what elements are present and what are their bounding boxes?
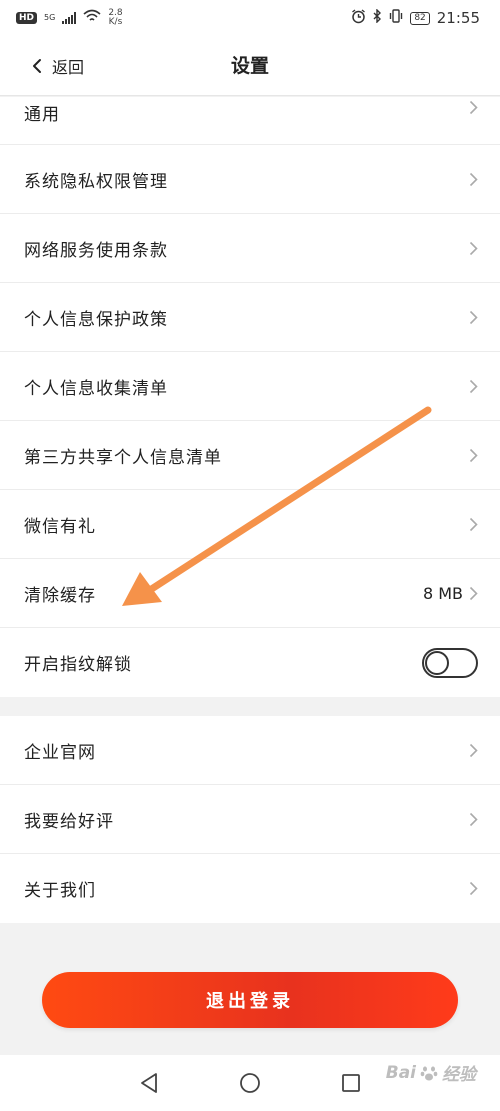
chevron-left-icon bbox=[32, 58, 42, 74]
circle-home-icon[interactable] bbox=[239, 1072, 261, 1094]
triangle-back-icon[interactable] bbox=[139, 1072, 159, 1094]
settings-item-general[interactable]: 通用 bbox=[0, 97, 500, 145]
row-label: 清除缓存 bbox=[24, 585, 96, 606]
square-recent-icon[interactable] bbox=[341, 1073, 361, 1093]
settings-item-fingerprint-unlock: 开启指纹解锁 bbox=[0, 628, 500, 697]
watermark-brand-left: Bai bbox=[385, 1062, 416, 1083]
settings-item-clear-cache[interactable]: 清除缓存 8 MB bbox=[0, 559, 500, 628]
settings-item-info-collection-list[interactable]: 个人信息收集清单 bbox=[0, 352, 500, 421]
status-left: HD 5G 2.8 K/s bbox=[16, 9, 123, 27]
alarm-icon bbox=[351, 8, 366, 28]
chevron-right-icon bbox=[469, 743, 478, 758]
back-button[interactable]: 返回 bbox=[32, 36, 84, 96]
chevron-right-icon bbox=[469, 379, 478, 394]
settings-group-main: 通用 系统隐私权限管理 网络服务使用条款 个人信息保护政策 个人信息收集清单 第… bbox=[0, 97, 500, 697]
chevron-right-icon bbox=[469, 586, 478, 601]
settings-item-privacy-policy[interactable]: 个人信息保护政策 bbox=[0, 283, 500, 352]
hd-badge: HD bbox=[16, 12, 38, 24]
chevron-right-icon bbox=[469, 241, 478, 256]
cache-size-value: 8 MB bbox=[422, 583, 463, 603]
signal-icon bbox=[62, 12, 77, 24]
status-right: 82 21:55 bbox=[351, 8, 480, 28]
battery-icon: 82 bbox=[410, 11, 430, 25]
settings-item-third-party-sharing[interactable]: 第三方共享个人信息清单 bbox=[0, 421, 500, 490]
chevron-right-icon bbox=[469, 448, 478, 463]
row-label: 系统隐私权限管理 bbox=[24, 171, 168, 192]
settings-item-privacy-permissions[interactable]: 系统隐私权限管理 bbox=[0, 145, 500, 214]
chevron-right-icon bbox=[469, 100, 478, 115]
paw-icon bbox=[420, 1064, 438, 1082]
settings-item-wechat-gift[interactable]: 微信有礼 bbox=[0, 490, 500, 559]
row-label: 微信有礼 bbox=[24, 516, 96, 537]
settings-group-about: 企业官网 我要给好评 关于我们 bbox=[0, 716, 500, 923]
row-label: 网络服务使用条款 bbox=[24, 240, 168, 261]
row-label: 第三方共享个人信息清单 bbox=[24, 447, 222, 468]
chevron-right-icon bbox=[469, 172, 478, 187]
chevron-right-icon bbox=[469, 881, 478, 896]
settings-item-rate-app[interactable]: 我要给好评 bbox=[0, 785, 500, 854]
speed-unit: K/s bbox=[108, 17, 123, 27]
row-label: 关于我们 bbox=[24, 881, 96, 901]
settings-item-company-website[interactable]: 企业官网 bbox=[0, 716, 500, 785]
bluetooth-icon bbox=[373, 8, 382, 27]
watermark-brand-right: 经验 bbox=[442, 1065, 476, 1085]
logout-button[interactable]: 退出登录 bbox=[42, 972, 458, 1028]
settings-item-about-us[interactable]: 关于我们 bbox=[0, 854, 500, 923]
fingerprint-toggle[interactable] bbox=[422, 647, 478, 678]
chevron-right-icon bbox=[469, 310, 478, 325]
status-time: 21:55 bbox=[436, 9, 480, 27]
status-bar: HD 5G 2.8 K/s 82 21:55 bbox=[0, 0, 500, 36]
row-label: 个人信息收集清单 bbox=[24, 378, 168, 399]
row-label: 个人信息保护政策 bbox=[24, 309, 168, 330]
back-label: 返回 bbox=[52, 58, 85, 77]
row-label: 我要给好评 bbox=[24, 811, 114, 832]
settings-item-service-terms[interactable]: 网络服务使用条款 bbox=[0, 214, 500, 283]
row-label: 企业官网 bbox=[24, 742, 96, 763]
network-type: 5G bbox=[44, 13, 56, 22]
settings-screen: HD 5G 2.8 K/s 82 21:55 返回 设置 通用 系统隐私权限管理… bbox=[0, 0, 500, 1111]
baidu-jingyan-watermark: Bai 经验 bbox=[385, 1060, 476, 1086]
row-label: 开启指纹解锁 bbox=[24, 655, 132, 675]
wifi-icon bbox=[83, 9, 101, 27]
chevron-right-icon bbox=[469, 812, 478, 827]
network-speed: 2.8 K/s bbox=[108, 9, 122, 27]
vibrate-icon bbox=[389, 9, 403, 27]
row-label: 通用 bbox=[24, 105, 60, 125]
chevron-right-icon bbox=[469, 517, 478, 532]
toggle-knob bbox=[425, 650, 449, 675]
nav-header: 返回 设置 bbox=[0, 36, 500, 96]
